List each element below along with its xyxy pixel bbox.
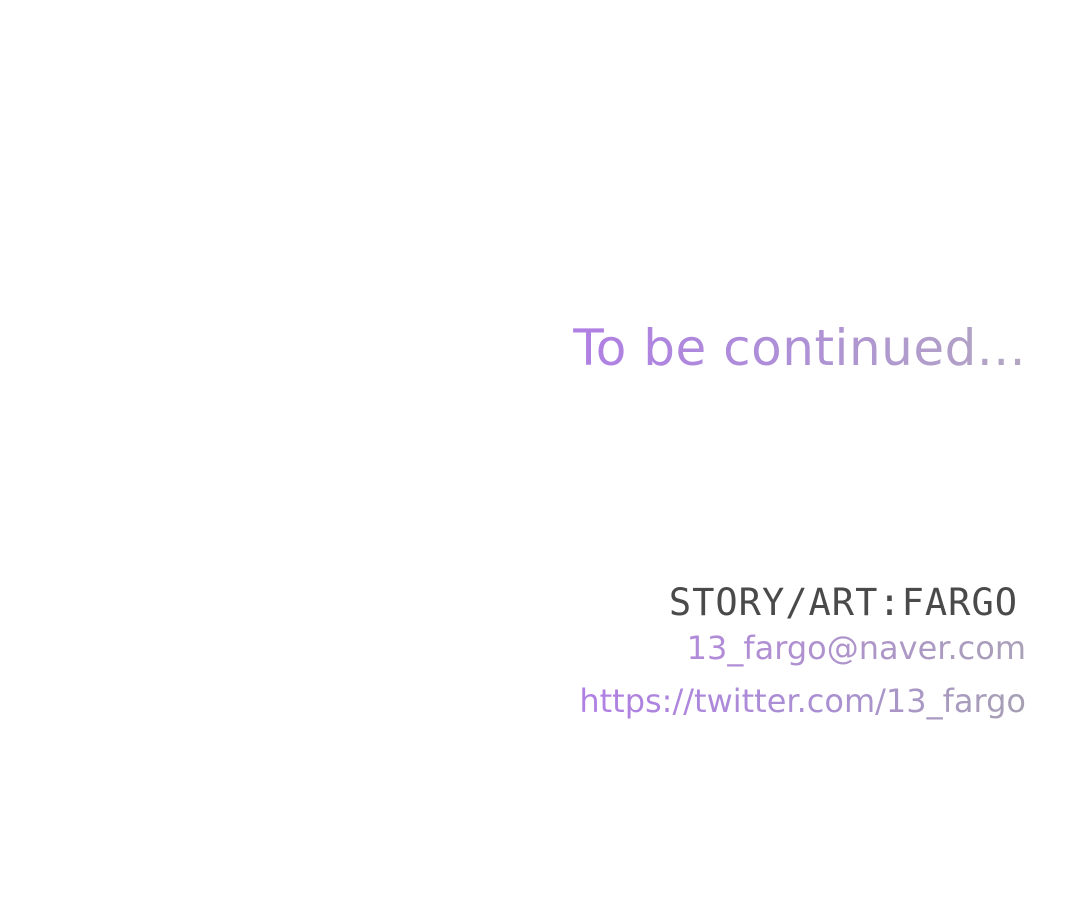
- author-twitter-link: https://twitter.com/13_fargo: [579, 682, 1026, 721]
- credits-block: STORY/ART:FARGO 13_fargo@naver.com https…: [579, 580, 1026, 721]
- author-email: 13_fargo@naver.com: [579, 628, 1026, 668]
- story-art-credit: STORY/ART:FARGO: [668, 581, 1018, 624]
- to-be-continued-text: To be continued...: [573, 319, 1026, 377]
